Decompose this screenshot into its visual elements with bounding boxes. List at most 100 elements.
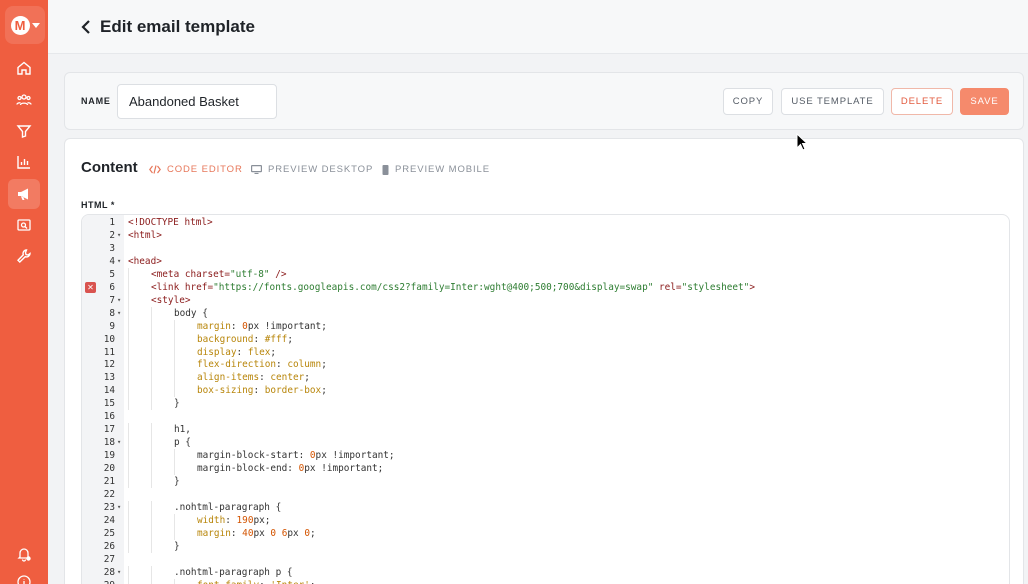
code-token: box-sizing (197, 385, 254, 397)
code-token: href= (184, 281, 214, 293)
indent-guide (128, 332, 129, 346)
fold-arrow-icon[interactable]: ▾ (117, 307, 121, 320)
code-line: 4 ▾ <head> (82, 255, 1009, 268)
tab-preview-desktop[interactable]: PREVIEW DESKTOP (251, 164, 373, 175)
tab-preview-mobile[interactable]: PREVIEW MOBILE (382, 164, 490, 175)
info-icon (17, 575, 31, 584)
indent-guide (174, 319, 175, 333)
line-number: 12 (103, 359, 115, 371)
indent-guide (151, 358, 152, 372)
code-line: 23 ▾ .nohtml-paragraph { (82, 500, 1009, 514)
code-token: : (253, 385, 265, 397)
fold-arrow-icon[interactable]: ▾ (117, 566, 121, 579)
code-line: 29 font-family: 'Inter'; (82, 578, 1009, 584)
nav-people[interactable] (8, 86, 40, 114)
code-text: <style> (151, 294, 191, 307)
nav-notifications[interactable] (8, 540, 40, 568)
code-token: px !important; (315, 450, 395, 462)
code-text: display: flex; (197, 346, 276, 359)
content-card: Content CODE EDITOR PREVIEW DESKTOP PREV… (64, 138, 1024, 584)
tab-code-editor[interactable]: CODE EDITOR (149, 164, 243, 175)
indent-guide (151, 565, 152, 579)
mouse-cursor-icon (796, 133, 808, 151)
search-folder-icon (17, 219, 31, 231)
fold-arrow-icon[interactable]: ▾ (117, 436, 121, 449)
indent-guide (151, 500, 152, 514)
use-template-button[interactable]: USE TEMPLATE (781, 88, 884, 115)
delete-button[interactable]: DELETE (891, 88, 953, 115)
nav-campaigns[interactable] (8, 179, 40, 209)
template-name-input[interactable] (117, 84, 277, 119)
code-token: ; (310, 580, 316, 584)
fold-arrow-icon[interactable]: ▾ (117, 294, 121, 307)
code-line: 17 h1, (82, 423, 1009, 437)
megaphone-icon (18, 188, 28, 200)
tab-preview-mobile-label: PREVIEW MOBILE (395, 164, 490, 175)
code-token: font-family (197, 580, 259, 584)
line-number: 15 (103, 398, 115, 410)
code-text: background: #fff; (197, 333, 293, 346)
code-text: font-family: 'Inter'; (197, 579, 316, 584)
code-line: 12 flex-direction: column; (82, 358, 1009, 372)
indent-guide (128, 500, 129, 514)
code-token: margin-block-end: (197, 463, 299, 475)
code-token: } (174, 540, 180, 552)
fold-arrow-icon[interactable]: ▾ (117, 229, 121, 242)
indent-guide (151, 526, 152, 540)
line-number: 3 (109, 242, 115, 254)
nav-home[interactable] (8, 54, 40, 82)
code-text: margin: 0px !important; (197, 320, 327, 333)
code-token: <meta (151, 268, 185, 280)
indent-guide (151, 462, 152, 476)
code-line: 25 margin: 40px 0 6px 0; (82, 526, 1009, 540)
line-number: 11 (103, 346, 115, 358)
code-token: : (225, 514, 237, 526)
code-line: 3 (82, 242, 1009, 255)
code-text: .nohtml-paragraph p { (174, 566, 293, 579)
fold-arrow-icon[interactable]: ▾ (117, 255, 121, 268)
code-text: } (174, 540, 180, 553)
code-text: <html> (128, 229, 162, 242)
code-token: "https://fonts.googleapis.com/css2?famil… (213, 281, 654, 293)
code-editor[interactable]: 1 <!DOCTYPE html> 2 ▾ <html> 3 4 ▾ <head> 5 <meta … (81, 214, 1010, 584)
code-line: 22 (82, 488, 1009, 501)
indent-guide (128, 358, 129, 372)
save-button[interactable]: SAVE (960, 88, 1009, 115)
error-marker-icon[interactable]: ✕ (85, 281, 96, 293)
code-text: flex-direction: column; (197, 358, 327, 371)
tab-code-editor-label: CODE EDITOR (167, 164, 243, 175)
code-token: > (749, 281, 755, 293)
indent-guide (151, 332, 152, 346)
code-token: ; (270, 346, 277, 358)
code-line: 2 ▾ <html> (82, 229, 1009, 242)
code-line: 7 ▾ <style> (82, 293, 1009, 307)
workspace-switcher[interactable]: M (5, 6, 45, 44)
indent-guide (174, 578, 175, 584)
nav-search[interactable] (8, 211, 40, 239)
code-token: rel= (653, 281, 682, 293)
indent-guide (128, 526, 129, 540)
fold-arrow-icon[interactable]: ▾ (117, 501, 121, 514)
code-token: #fff (264, 333, 288, 345)
nav-tools[interactable] (8, 242, 40, 270)
line-number: 17 (103, 424, 115, 436)
copy-button[interactable]: COPY (723, 88, 773, 115)
tab-preview-desktop-label: PREVIEW DESKTOP (268, 164, 374, 175)
line-number: 22 (103, 488, 115, 500)
code-token: margin-block-start: (197, 450, 310, 462)
code-text: width: 190px; (197, 514, 270, 527)
indent-guide (128, 462, 129, 476)
back-button[interactable] (78, 17, 94, 37)
nav-filter[interactable] (8, 117, 40, 145)
nav-analytics[interactable] (8, 148, 40, 176)
code-text: <!DOCTYPE html> (128, 216, 213, 229)
indent-guide (128, 267, 129, 281)
line-number: 19 (103, 450, 115, 462)
name-label: NAME (81, 96, 111, 106)
indent-guide (151, 319, 152, 333)
nav-info[interactable] (8, 568, 40, 584)
code-text: margin-block-start: 0px !important; (197, 449, 395, 462)
home-icon (17, 61, 31, 75)
code-token: px !important; (247, 320, 327, 332)
line-number: 23 (103, 501, 115, 513)
